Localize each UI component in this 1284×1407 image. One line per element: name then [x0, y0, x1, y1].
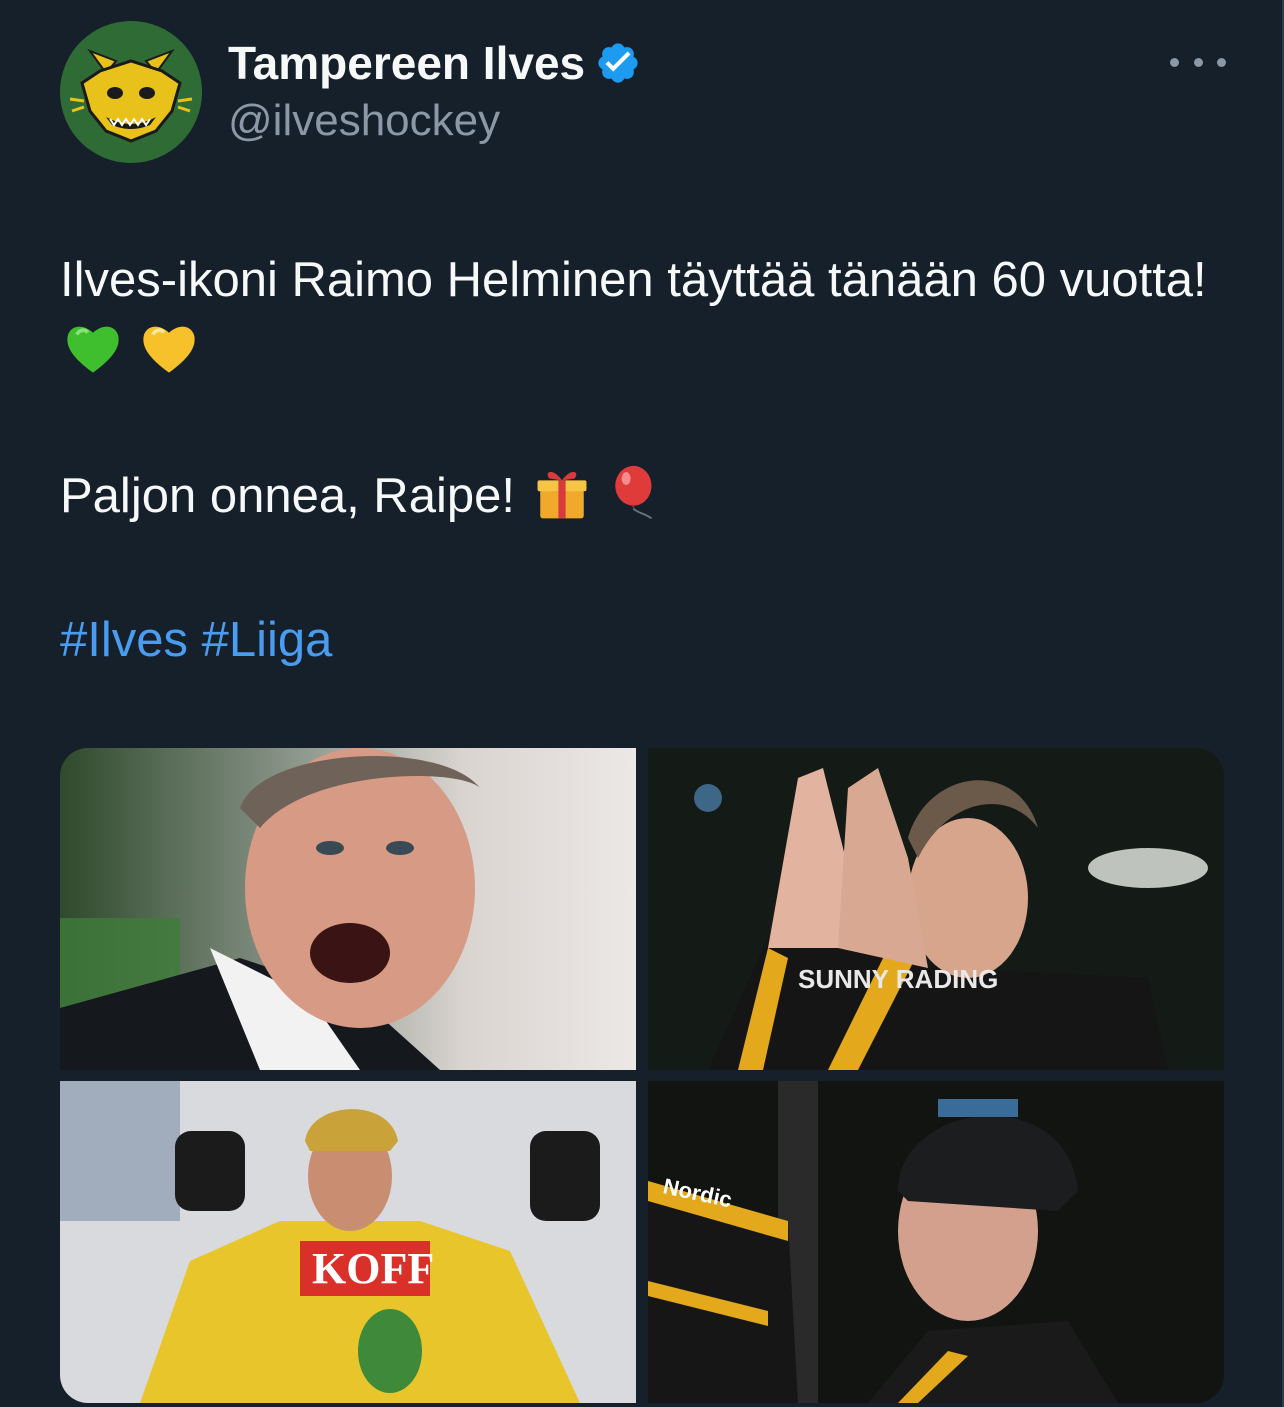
display-name-text[interactable]: Tampereen Ilves [228, 36, 585, 90]
balloon-emoji-icon [615, 465, 653, 520]
lynx-logo-icon [60, 21, 202, 163]
more-dot-icon [1193, 57, 1203, 67]
verified-badge-icon[interactable] [595, 40, 641, 86]
jersey-sponsor-text: KOFF [312, 1244, 434, 1293]
tweet-line-2: Paljon onnea, Raipe! [60, 469, 515, 523]
yellow-heart-emoji-icon [142, 326, 195, 373]
display-name[interactable]: Tampereen Ilves [228, 36, 641, 90]
photo-player-celebrating[interactable]: KOFF [60, 1081, 636, 1403]
tweet-card: Tampereen Ilves @ilveshockey Ilves-ikoni… [0, 0, 1284, 1407]
media-grid: SUNNY RADING KOFF Nordic [60, 748, 1224, 1403]
more-dot-icon [1217, 57, 1226, 67]
hashtag-link-liiga[interactable]: #Liiga [202, 613, 333, 667]
celebrating-photo-image: KOFF [60, 1081, 636, 1403]
user-handle[interactable]: @ilveshockey [228, 96, 500, 146]
jersey-sponsor-text: SUNNY RADING [798, 964, 998, 994]
tweet-text: Ilves-ikoni Raimo Helminen täyttää tänää… [60, 244, 1230, 676]
avatar[interactable] [60, 21, 202, 163]
tweet-paragraph-3: #Ilves #Liiga [60, 604, 1230, 676]
more-options-button[interactable] [1170, 48, 1226, 76]
tweet-line-1: Ilves-ikoni Raimo Helminen täyttää tänää… [60, 253, 1207, 307]
photo-coach-shouting[interactable] [60, 748, 636, 1070]
more-dot-icon [1170, 57, 1179, 67]
green-heart-emoji-icon [67, 326, 119, 373]
helmet-photo-image: Nordic [648, 1081, 1224, 1403]
photo-player-clapping[interactable]: SUNNY RADING [648, 748, 1224, 1070]
tweet-paragraph-1: Ilves-ikoni Raimo Helminen täyttää tänää… [60, 244, 1230, 388]
clapping-photo-image: SUNNY RADING [648, 748, 1224, 1070]
tweet-paragraph-2: Paljon onnea, Raipe! [60, 460, 1230, 532]
coach-photo-image [60, 748, 636, 1070]
wrapped-gift-emoji-icon [537, 471, 587, 519]
hashtag-link-ilves[interactable]: #Ilves [60, 613, 188, 667]
photo-player-helmet[interactable]: Nordic [648, 1081, 1224, 1403]
